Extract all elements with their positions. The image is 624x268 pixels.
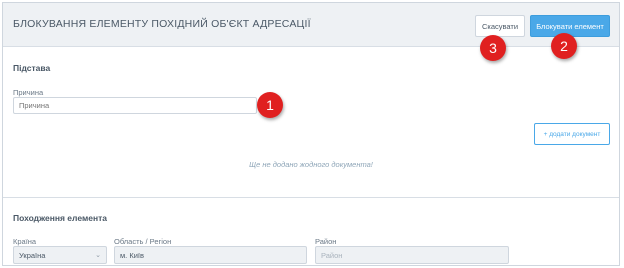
annotation-badge-2: 2 xyxy=(551,33,577,59)
reason-input[interactable] xyxy=(13,97,257,114)
empty-documents-message: Ще не додано жодного документа! xyxy=(249,160,373,169)
region-label: Область / Регіон xyxy=(114,237,172,246)
annotation-badge-1: 1 xyxy=(257,92,283,118)
district-label: Район xyxy=(315,237,337,246)
reason-label: Причина xyxy=(13,88,44,97)
dialog-title: БЛОКУВАННЯ ЕЛЕМЕНТУ ПОХІДНИЙ ОБ'ЄКТ АДРЕ… xyxy=(13,18,311,30)
annotation-badge-3: 3 xyxy=(480,35,506,61)
region-field: м. Київ xyxy=(114,246,307,264)
add-document-button[interactable]: + додати документ xyxy=(534,123,610,145)
section-divider xyxy=(3,197,619,198)
country-select-value: Україна xyxy=(19,250,46,260)
cancel-button[interactable]: Скасувати xyxy=(475,15,525,37)
country-select[interactable]: Україна ⌄ xyxy=(13,246,107,264)
origin-section-title: Походження елемента xyxy=(13,213,107,223)
dialog-header: БЛОКУВАННЯ ЕЛЕМЕНТУ ПОХІДНИЙ ОБ'ЄКТ АДРЕ… xyxy=(3,3,619,47)
chevron-down-icon: ⌄ xyxy=(95,252,101,259)
basis-section-title: Підстава xyxy=(13,63,51,73)
district-field: Район xyxy=(315,246,509,264)
block-element-dialog: БЛОКУВАННЯ ЕЛЕМЕНТУ ПОХІДНИЙ ОБ'ЄКТ АДРЕ… xyxy=(2,2,620,266)
country-label: Країна xyxy=(13,237,37,246)
